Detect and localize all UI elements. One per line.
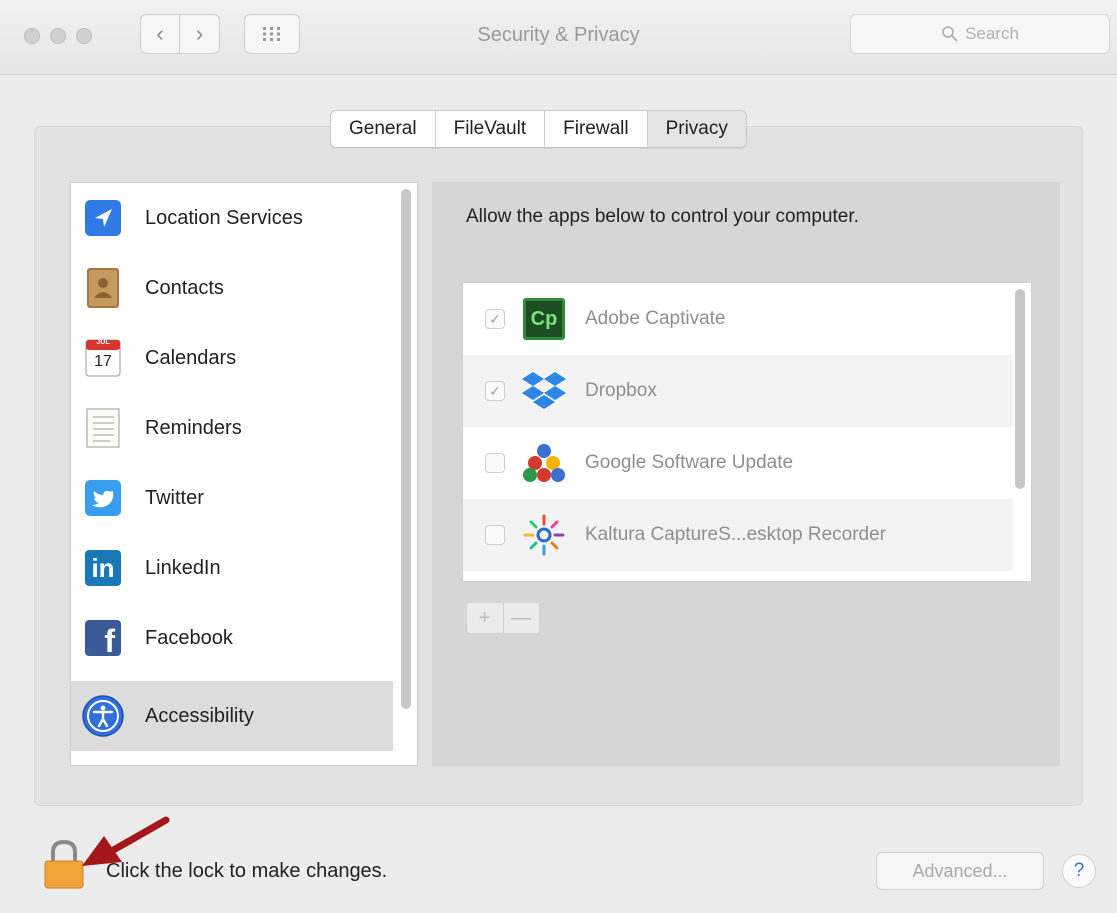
sidebar-item-linkedin[interactable]: in LinkedIn [71,533,393,603]
adobe-captivate-icon: Cp [521,296,567,342]
contacts-book-icon [81,266,125,310]
app-name: Kaltura CaptureS...esktop Recorder [585,524,886,545]
sidebar-scrollbar[interactable] [401,189,411,709]
calendar-month-label: JUL [96,339,110,346]
sidebar-item-reminders[interactable]: Reminders [71,393,393,463]
app-checkbox[interactable] [485,525,505,545]
sidebar-item-label: Accessibility [145,704,254,727]
sidebar-item-label: Location Services [145,206,303,229]
check-icon: ✓ [489,310,501,327]
sidebar-item-contacts[interactable]: Contacts [71,253,393,323]
tab-privacy[interactable]: Privacy [647,111,746,147]
captivate-logo-text: Cp [523,298,565,340]
add-remove-control: + — [466,602,540,634]
remove-app-button[interactable]: — [502,603,540,633]
sidebar-item-label: Facebook [145,626,233,649]
help-button[interactable]: ? [1062,854,1096,888]
sidebar-item-label: Twitter [145,486,204,509]
reminders-list-icon [81,406,125,450]
app-checkbox[interactable]: ✓ [485,381,505,401]
sidebar-item-label: LinkedIn [145,556,221,579]
sidebar-item-facebook[interactable]: f Facebook [71,603,393,673]
app-name: Dropbox [585,380,657,401]
tab-filevault[interactable]: FileVault [436,111,546,147]
search-field[interactable]: Search [850,14,1110,54]
sidebar-item-label: Calendars [145,346,237,369]
sidebar-item-twitter[interactable]: Twitter [71,463,393,533]
check-icon: ✓ [489,382,501,399]
calendar-icon: JUL 17 [81,336,125,380]
app-row-kaltura-capture[interactable]: Kaltura CaptureS...esktop Recorder [463,499,1013,571]
app-row-adobe-captivate[interactable]: ✓ Cp Adobe Captivate [463,283,1013,355]
app-checkbox[interactable]: ✓ [485,309,505,329]
kaltura-capture-icon [521,512,567,558]
search-placeholder: Search [965,24,1019,43]
sidebar-item-label: Contacts [145,276,224,299]
dropbox-icon [521,368,567,414]
facebook-logo-text: f [85,620,121,656]
tab-bar: General FileVault Firewall Privacy [330,110,747,148]
calendar-day-label: 17 [94,353,112,370]
privacy-description: Allow the apps below to control your com… [466,206,859,227]
facebook-logo-icon: f [81,616,125,660]
sidebar-item-location-services[interactable]: Location Services [71,183,393,253]
accessibility-icon [81,694,125,738]
privacy-category-list[interactable]: Location Services Contacts JUL 17 Calend… [70,182,418,766]
advanced-button[interactable]: Advanced... [876,852,1044,890]
app-list-scrollbar[interactable] [1015,289,1025,489]
linkedin-logo-icon: in [81,546,125,590]
app-list[interactable]: ✓ Cp Adobe Captivate ✓ Dropbox Google So… [462,282,1032,582]
twitter-bird-icon [81,476,125,520]
linkedin-logo-text: in [85,550,121,586]
app-checkbox[interactable] [485,453,505,473]
tab-firewall[interactable]: Firewall [545,111,648,147]
window-titlebar: ‹ › Security & Privacy Search [0,0,1117,75]
add-app-button[interactable]: + [467,603,503,633]
search-icon [942,26,958,42]
sidebar-item-calendars[interactable]: JUL 17 Calendars [71,323,393,393]
app-name: Google Software Update [585,452,794,473]
lock-status-text: Click the lock to make changes. [106,860,388,882]
google-software-update-icon [521,440,567,486]
sidebar-item-accessibility[interactable]: Accessibility [71,681,393,751]
sidebar-item-label: Reminders [145,416,242,439]
tab-general[interactable]: General [331,111,436,147]
app-row-google-software-update[interactable]: Google Software Update [463,427,1013,499]
app-name: Adobe Captivate [585,308,726,329]
location-arrow-icon [81,196,125,240]
app-row-dropbox[interactable]: ✓ Dropbox [463,355,1013,427]
